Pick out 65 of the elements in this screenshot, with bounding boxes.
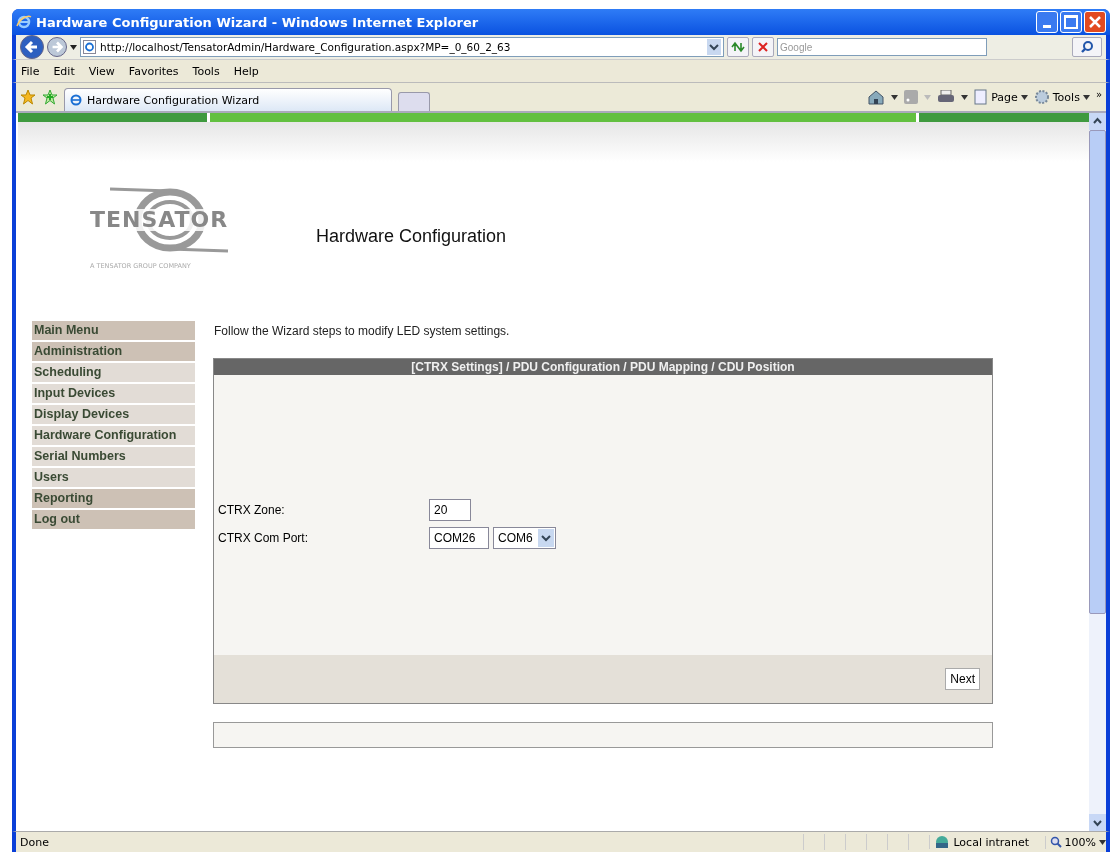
menu-item[interactable]: View: [88, 64, 115, 78]
page-icon: [974, 89, 989, 105]
stop-button[interactable]: [752, 37, 774, 57]
menu-item[interactable]: File: [21, 64, 40, 78]
menu-item[interactable]: Tools: [192, 64, 220, 78]
sidebar-menu-item[interactable]: Serial Numbers: [32, 447, 195, 466]
instruction-text: Follow the Wizard steps to modify LED system settings.: [214, 324, 511, 338]
menu-item[interactable]: Edit: [53, 64, 75, 78]
field-label: CTRX Com Port:: [218, 531, 309, 545]
url-text: http://localhost/TensatorAdmin/Hardware_Configuration.aspx?MP=_0_60_2_63: [100, 41, 512, 53]
stop-x-icon: [757, 41, 769, 53]
address-field[interactable]: http://localhost/TensatorAdmin/Hardware_Configuration.aspx?MP=_0_60_2_63: [80, 37, 724, 57]
caret-icon[interactable]: [891, 94, 899, 100]
search-field[interactable]: Google: [777, 38, 987, 56]
refresh-arrows-icon: [731, 41, 745, 53]
browser-logo-icon: [69, 93, 83, 107]
caret-icon: [1082, 94, 1090, 100]
close-icon: [1088, 15, 1102, 29]
sidebar-menu-item[interactable]: Users: [32, 468, 195, 487]
field-label: CTRX Zone:: [218, 503, 286, 517]
text-input[interactable]: COM26: [429, 527, 489, 549]
caret-icon[interactable]: [70, 44, 77, 50]
gear-icon: [1033, 89, 1050, 105]
home-icon[interactable]: [867, 89, 886, 105]
search-button[interactable]: [1072, 37, 1102, 57]
sidebar-menu-item[interactable]: Main Menu: [32, 321, 195, 340]
forward-button[interactable]: [47, 37, 67, 57]
dropdown-select[interactable]: COM6: [493, 527, 556, 549]
sidebar-menu-item[interactable]: Reporting: [32, 489, 195, 508]
caret-icon: [1099, 839, 1106, 845]
page-menu-button[interactable]: Page: [974, 89, 1028, 105]
page-icon: [83, 40, 96, 54]
more-button[interactable]: »: [1095, 89, 1102, 100]
sidebar-menu-item[interactable]: Input Devices: [32, 384, 195, 403]
wizard-steps-header: [CTRX Settings] / PDU Configuration / PDU Mapping / CDU Position: [214, 359, 992, 375]
magnifier-icon: [1049, 836, 1062, 848]
zoom-button[interactable]: 100%: [1044, 835, 1106, 849]
globe-icon: [934, 835, 951, 849]
sidebar-menu-item[interactable]: Hardware Configuration: [32, 426, 195, 445]
sidebar-menu-item[interactable]: Scheduling: [32, 363, 195, 382]
security-zone-text: Local intranet: [953, 835, 1030, 849]
sidebar-menu-item[interactable]: Display Devices: [32, 405, 195, 424]
caret-icon[interactable]: [961, 94, 969, 100]
browser-tab[interactable]: Hardware Configuration Wizard: [64, 88, 392, 111]
menu-item[interactable]: Favorites: [128, 64, 179, 78]
window-title: Hardware Configuration Wizard - Windows Internet Explorer: [36, 14, 480, 30]
menu-item[interactable]: Help: [233, 64, 259, 78]
add-star-icon[interactable]: [42, 89, 58, 105]
maximize-button[interactable]: [1060, 11, 1082, 33]
search-icon: [1080, 40, 1094, 54]
close-button[interactable]: [1084, 11, 1106, 33]
caret-icon: [1020, 94, 1028, 100]
star-icon[interactable]: [20, 89, 36, 105]
status-text: Done: [19, 835, 50, 849]
next-button[interactable]: Next: [945, 668, 980, 690]
sidebar-menu-item[interactable]: Log out: [32, 510, 195, 529]
tools-menu-button[interactable]: Tools: [1033, 89, 1090, 105]
printer-icon[interactable]: [937, 90, 956, 104]
page-heading: Hardware Configuration: [316, 225, 507, 247]
sidebar-menu-item[interactable]: Administration: [32, 342, 195, 361]
back-button[interactable]: [20, 35, 44, 59]
minimize-button[interactable]: [1036, 11, 1058, 33]
browser-logo-icon: [16, 14, 32, 30]
refresh-button[interactable]: [727, 37, 749, 57]
text-input[interactable]: 20: [429, 499, 471, 521]
